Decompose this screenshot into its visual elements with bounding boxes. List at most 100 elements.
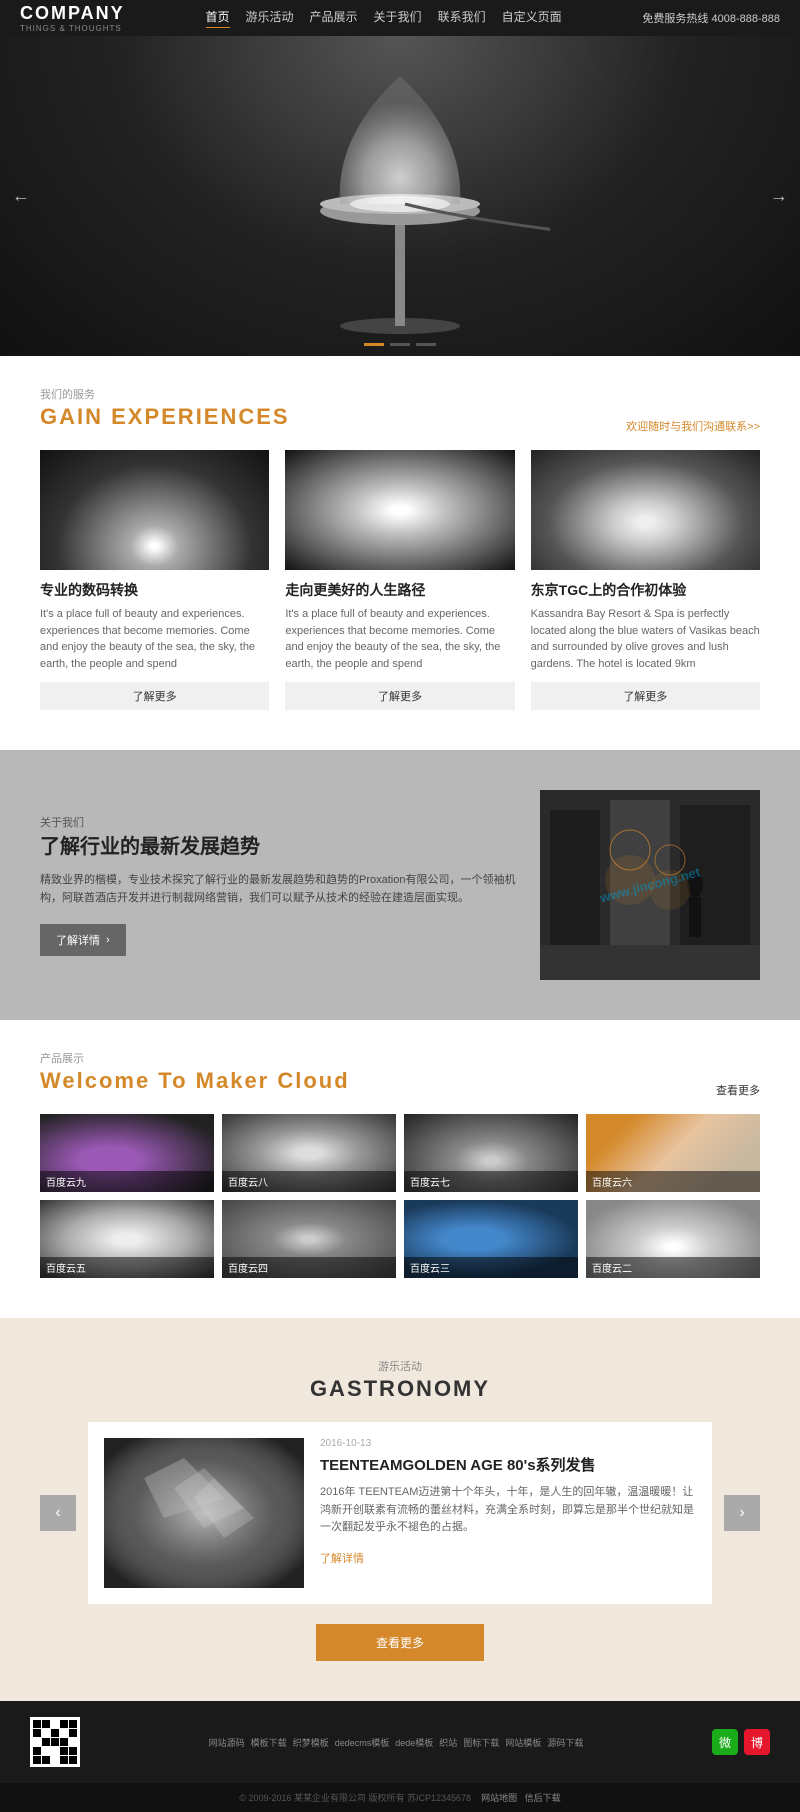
product-label-3: 百度云七 (404, 1171, 578, 1192)
logo-text: COMPANY (20, 3, 125, 24)
hero-visual (0, 36, 800, 356)
product-label-6: 百度云四 (222, 1257, 396, 1278)
events-prev-arrow[interactable]: ‹ (40, 1495, 76, 1531)
services-grid: 专业的数码转换 It's a place full of beauty and … (40, 450, 760, 710)
product-item-4[interactable]: 百度云六 (586, 1114, 760, 1192)
nav-home[interactable]: 首页 (206, 8, 230, 28)
service-btn-1[interactable]: 了解更多 (40, 682, 269, 710)
product-item-8[interactable]: 百度云二 (586, 1200, 760, 1278)
trends-section: 关于我们 了解行业的最新发展趋势 精致业界的楷模，专业技术探究了解行业的最新发展… (0, 750, 800, 1020)
services-label: 我们的服务 (40, 386, 290, 402)
hero-next-arrow[interactable]: → (770, 186, 788, 207)
hero-dot-2[interactable] (390, 343, 410, 346)
copyright: © 2009-2016 某某企业有限公司 版权所有 苏ICP12345678 (239, 1793, 471, 1803)
footer-link-2[interactable]: 模板下载 (251, 1736, 287, 1749)
footer-qr-code (30, 1717, 80, 1767)
events-next-arrow[interactable]: › (724, 1495, 760, 1531)
hero-dot-1[interactable] (364, 343, 384, 346)
event-title: TEENTEAMGOLDEN AGE 80's系列发售 (320, 1455, 696, 1476)
product-label-5: 百度云五 (40, 1257, 214, 1278)
service-desc-1: It's a place full of beauty and experien… (40, 606, 269, 672)
products-section: 产品展示 Welcome To Maker Cloud 查看更多 百度云九 百度… (0, 1020, 800, 1318)
logo-subtitle: THINGS & THOUGHTS (20, 24, 125, 33)
product-item-3[interactable]: 百度云七 (404, 1114, 578, 1192)
product-label-8: 百度云二 (586, 1257, 760, 1278)
services-title-block: 我们的服务 GAIN EXPERIENCES (40, 386, 290, 434)
trends-image: www.jincong.net (540, 790, 760, 980)
products-header: 产品展示 Welcome To Maker Cloud 查看更多 (40, 1050, 760, 1098)
footer-link-6[interactable]: 织站 (439, 1736, 457, 1749)
service-card-3: 东京TGC上的合作初体验 Kassandra Bay Resort & Spa … (531, 450, 760, 710)
hero-lamp-svg (250, 36, 550, 356)
trends-title: 了解行业的最新发展趋势 (40, 834, 520, 860)
product-item-2[interactable]: 百度云八 (222, 1114, 396, 1192)
service-btn-2[interactable]: 了解更多 (285, 682, 514, 710)
events-section: 游乐活动 GASTRONOMY ‹ (0, 1318, 800, 1701)
services-title: GAIN EXPERIENCES (40, 404, 290, 430)
nav-custom[interactable]: 自定义页面 (502, 8, 562, 28)
event-card: 2016-10-13 TEENTEAMGOLDEN AGE 80's系列发售 2… (88, 1422, 712, 1604)
footer-link-4[interactable]: dedecms模板 (335, 1736, 390, 1749)
footer-links: 网站源码 模板下载 织梦模板 dedecms模板 dede模板 织站 图标下载 … (209, 1736, 584, 1749)
product-item-1[interactable]: 百度云九 (40, 1114, 214, 1192)
event-content: 2016-10-13 TEENTEAMGOLDEN AGE 80's系列发售 2… (320, 1438, 696, 1588)
footer-link-8[interactable]: 网站模板 (505, 1736, 541, 1749)
events-label: 游乐活动 (40, 1358, 760, 1374)
product-item-5[interactable]: 百度云五 (40, 1200, 214, 1278)
service-image-3 (531, 450, 760, 570)
trends-desc: 精致业界的楷模，专业技术探究了解行业的最新发展趋势和趋势的Proxation有限… (40, 872, 520, 907)
hero-dots (364, 343, 436, 346)
hero-dot-3[interactable] (416, 343, 436, 346)
wechat-icon[interactable]: 微 (712, 1729, 738, 1755)
products-grid: 百度云九 百度云八 百度云七 百度云六 百度云五 百度云四 百度云三 百度云二 (40, 1114, 760, 1278)
events-more-btn[interactable]: 查看更多 (316, 1624, 484, 1661)
service-image-2 (285, 450, 514, 570)
footer-link-5[interactable]: dede模板 (395, 1736, 433, 1749)
products-link[interactable]: 查看更多 (716, 1082, 760, 1098)
service-desc-2: It's a place full of beauty and experien… (285, 606, 514, 672)
footer-link-7[interactable]: 图标下载 (463, 1736, 499, 1749)
product-item-7[interactable]: 百度云三 (404, 1200, 578, 1278)
footer-bottom-link-2[interactable]: 信后下载 (525, 1793, 561, 1803)
events-slider: ‹ 2016-10-13 (40, 1422, 760, 1604)
service-title-3: 东京TGC上的合作初体验 (531, 580, 760, 600)
footer: 网站源码 模板下载 织梦模板 dedecms模板 dede模板 织站 图标下载 … (0, 1701, 800, 1783)
products-label: 产品展示 (40, 1050, 350, 1066)
footer-bottom: © 2009-2016 某某企业有限公司 版权所有 苏ICP12345678 网… (0, 1783, 800, 1812)
product-item-6[interactable]: 百度云四 (222, 1200, 396, 1278)
services-link[interactable]: 欢迎随时与我们沟通联系>> (626, 418, 760, 434)
service-desc-3: Kassandra Bay Resort & Spa is perfectly … (531, 606, 760, 672)
nav-contact[interactable]: 联系我们 (438, 8, 486, 28)
service-card-2: 走向更美好的人生路径 It's a place full of beauty a… (285, 450, 514, 710)
hero-prev-arrow[interactable]: ← (12, 186, 30, 207)
products-title: Welcome To Maker Cloud (40, 1068, 350, 1094)
product-label-2: 百度云八 (222, 1171, 396, 1192)
service-image-1 (40, 450, 269, 570)
footer-link-3[interactable]: 织梦模板 (293, 1736, 329, 1749)
footer-link-1[interactable]: 网站源码 (209, 1736, 245, 1749)
header: COMPANY THINGS & THOUGHTS 首页 游乐活动 产品展示 关… (0, 0, 800, 36)
event-image-art (104, 1438, 304, 1588)
nav-products[interactable]: 产品展示 (310, 8, 358, 28)
nav-about[interactable]: 关于我们 (374, 8, 422, 28)
services-section: 我们的服务 GAIN EXPERIENCES 欢迎随时与我们沟通联系>> 专业的… (0, 356, 800, 750)
services-header: 我们的服务 GAIN EXPERIENCES 欢迎随时与我们沟通联系>> (40, 386, 760, 434)
nav-events[interactable]: 游乐活动 (246, 8, 294, 28)
trends-btn[interactable]: 了解详情 › (40, 924, 126, 956)
events-title: GASTRONOMY (40, 1376, 760, 1402)
product-label-4: 百度云六 (586, 1171, 760, 1192)
main-nav: 首页 游乐活动 产品展示 关于我们 联系我们 自定义页面 (206, 8, 562, 28)
footer-bottom-link-1[interactable]: 网站地图 (481, 1793, 517, 1803)
service-title-2: 走向更美好的人生路径 (285, 580, 514, 600)
event-date: 2016-10-13 (320, 1438, 696, 1449)
hero-slider: ← → (0, 36, 800, 356)
products-title-block: 产品展示 Welcome To Maker Cloud (40, 1050, 350, 1098)
footer-social: 微 博 (712, 1729, 770, 1755)
event-link[interactable]: 了解详情 (320, 1553, 364, 1565)
service-card-1: 专业的数码转换 It's a place full of beauty and … (40, 450, 269, 710)
service-btn-3[interactable]: 了解更多 (531, 682, 760, 710)
event-image (104, 1438, 304, 1588)
weibo-icon[interactable]: 博 (744, 1729, 770, 1755)
footer-link-9[interactable]: 源码下载 (547, 1736, 583, 1749)
event-desc: 2016年 TEENTEAM迈进第十个年头，十年，是人生的回年辙，温温暖暖！让鸿… (320, 1484, 696, 1537)
